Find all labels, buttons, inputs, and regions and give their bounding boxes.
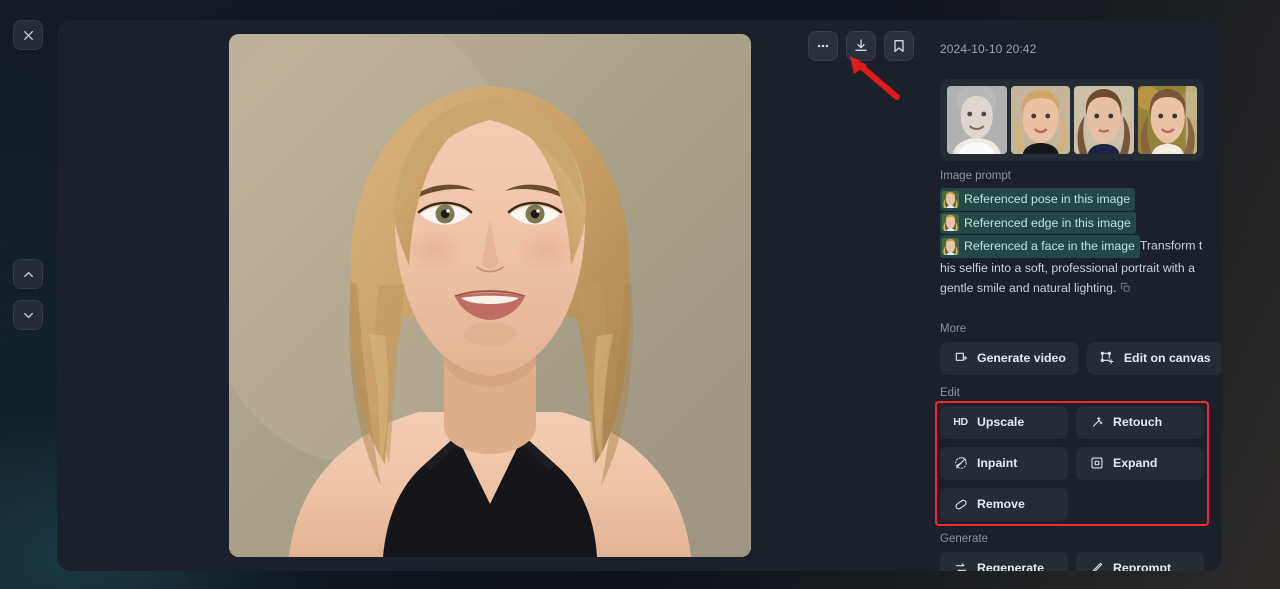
- download-button[interactable]: [846, 31, 876, 61]
- thumbnail-image-icon: [1137, 86, 1197, 154]
- reference-thumbnails: [940, 79, 1204, 161]
- tag-thumbnail-icon: [942, 190, 959, 208]
- thumbnail-image-icon: [947, 86, 1007, 154]
- ellipsis-icon: [817, 44, 829, 48]
- hd-icon: HD: [953, 416, 968, 428]
- reference-thumbnail-3[interactable]: [1074, 86, 1134, 154]
- paint-brush-icon: [953, 456, 968, 470]
- prompt-tag-row: Referenced pose in this image: [940, 188, 1204, 211]
- video-frame-plus-icon: [953, 351, 968, 365]
- edit-section: HD Upscale Retouch Inpaint Expand Remove: [935, 400, 1209, 526]
- prompt-tag-row: Referenced edge in this image: [940, 211, 1204, 234]
- portrait-illustration: [229, 34, 751, 557]
- tag-thumbnail-icon: [942, 237, 959, 255]
- magic-wand-icon: [1089, 415, 1104, 429]
- prompt-reference-tag[interactable]: Referenced pose in this image: [940, 188, 1136, 211]
- reprompt-label: Reprompt: [1113, 561, 1172, 571]
- prompt-tag-label: Referenced pose in this image: [964, 192, 1131, 206]
- tag-thumbnail-icon: [942, 214, 959, 232]
- prompt-reference-tag[interactable]: Referenced edge in this image: [940, 211, 1136, 234]
- close-button[interactable]: [13, 20, 43, 50]
- refresh-arrows-icon: [953, 561, 968, 571]
- image-prompt-label: Image prompt: [940, 170, 1011, 182]
- pencil-icon: [1089, 561, 1104, 571]
- retouch-button[interactable]: Retouch: [1076, 405, 1204, 439]
- left-rail: [0, 0, 57, 589]
- bookmark-button[interactable]: [884, 31, 914, 61]
- thumbnail-image-icon: [942, 214, 959, 232]
- thumbnail-image-icon: [1010, 86, 1070, 154]
- image-prompt-text: Referenced pose in this image Referenced…: [940, 188, 1204, 300]
- generate-section-buttons: Regenerate Reprompt: [940, 551, 1204, 571]
- edit-on-canvas-button[interactable]: Edit on canvas: [1086, 341, 1222, 375]
- eraser-icon: [953, 497, 968, 511]
- chevron-down-icon: [23, 312, 33, 318]
- expand-label: Expand: [1113, 456, 1158, 470]
- edit-grid-spacer: [1076, 488, 1204, 521]
- generate-video-button[interactable]: Generate video: [940, 341, 1079, 375]
- edit-on-canvas-label: Edit on canvas: [1123, 351, 1211, 365]
- expand-button[interactable]: Expand: [1076, 446, 1204, 480]
- remove-button[interactable]: Remove: [940, 487, 1068, 521]
- more-section-title: More: [940, 322, 967, 335]
- close-icon: [23, 30, 33, 40]
- expand-icon: [1089, 456, 1104, 470]
- copy-icon[interactable]: [1120, 279, 1131, 300]
- upscale-button[interactable]: HD Upscale: [940, 405, 1068, 439]
- reference-thumbnail-2[interactable]: [1010, 86, 1070, 154]
- prompt-reference-tag[interactable]: Referenced a face in the image: [940, 235, 1140, 258]
- regenerate-label: Regenerate: [977, 561, 1044, 571]
- previous-image-button[interactable]: [13, 259, 43, 289]
- bookmark-icon: [894, 40, 904, 52]
- reference-thumbnail-1[interactable]: [947, 86, 1007, 154]
- remove-label: Remove: [977, 497, 1025, 511]
- generate-section-title: Generate: [940, 532, 988, 545]
- download-icon: [855, 39, 867, 51]
- thumbnail-image-icon: [1074, 86, 1134, 154]
- more-section-buttons: Generate video Edit on canvas: [940, 341, 1222, 375]
- canvas-crop-icon: [1100, 351, 1115, 365]
- image-toolbar: [808, 31, 914, 61]
- regenerate-button[interactable]: Regenerate: [940, 551, 1068, 571]
- inpaint-label: Inpaint: [977, 456, 1018, 470]
- edit-section-buttons: HD Upscale Retouch Inpaint Expand Remove: [940, 405, 1204, 521]
- generation-timestamp: 2024-10-10 20:42: [940, 42, 1037, 56]
- image-prompt-card: Image prompt Referenced pose in this ima…: [940, 161, 1204, 311]
- next-image-button[interactable]: [13, 300, 43, 330]
- app-root: 2024-10-10 20:42 Image prompt Referenced…: [0, 0, 1280, 589]
- reference-thumbnail-4[interactable]: [1137, 86, 1197, 154]
- prompt-tag-label: Referenced edge in this image: [964, 215, 1131, 230]
- reprompt-button[interactable]: Reprompt: [1076, 551, 1204, 571]
- generate-video-label: Generate video: [977, 351, 1066, 365]
- inpaint-button[interactable]: Inpaint: [940, 446, 1068, 480]
- thumbnail-image-icon: [942, 237, 959, 255]
- generated-image[interactable]: [229, 34, 751, 557]
- edit-section-title: Edit: [940, 386, 960, 399]
- retouch-label: Retouch: [1113, 415, 1163, 429]
- more-options-button[interactable]: [808, 31, 838, 61]
- upscale-label: Upscale: [977, 415, 1025, 429]
- prompt-tag-label: Referenced a face in the image: [964, 239, 1135, 253]
- info-sidebar: 2024-10-10 20:42 Image prompt Referenced…: [922, 20, 1222, 571]
- detail-panel: 2024-10-10 20:42 Image prompt Referenced…: [57, 20, 1222, 571]
- chevron-up-icon: [23, 271, 33, 277]
- thumbnail-image-icon: [942, 190, 959, 208]
- image-stage: [57, 20, 922, 571]
